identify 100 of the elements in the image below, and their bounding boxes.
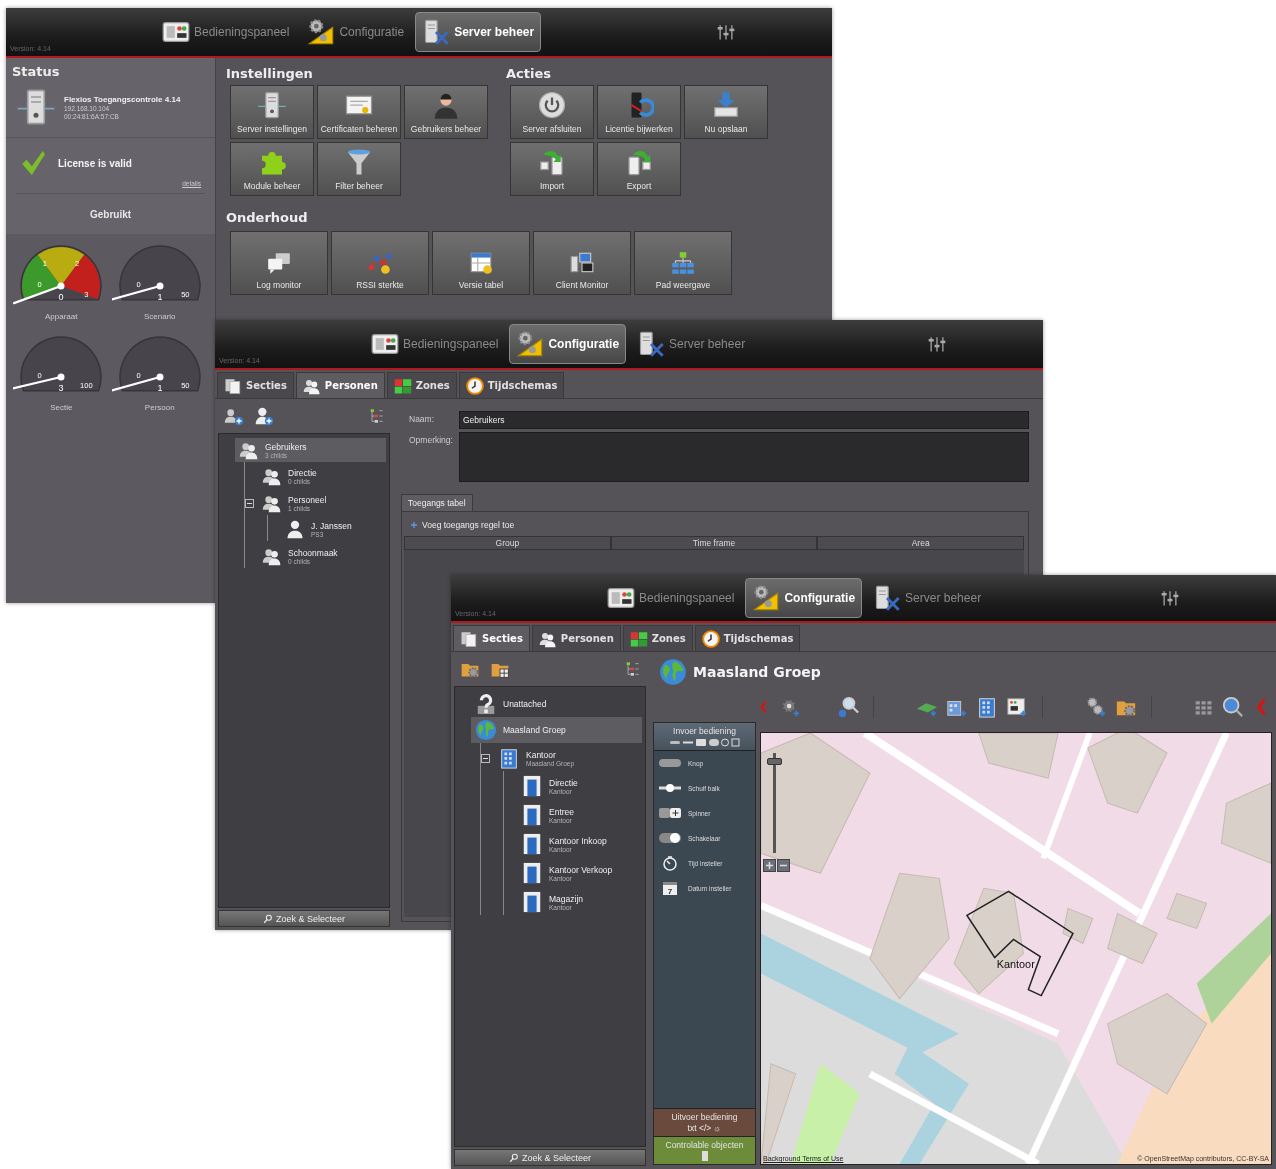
section-tab[interactable]: Tijdschemas [458, 372, 565, 398]
area-outline[interactable] [965, 890, 1074, 997]
tree-toggle[interactable] [245, 498, 254, 508]
server-tools-icon [873, 584, 902, 612]
sliders-icon[interactable] [1160, 588, 1180, 608]
tile-button[interactable]: Filter beheer [317, 142, 401, 196]
search-icon[interactable] [837, 696, 859, 718]
section-heading: Instellingen [226, 65, 314, 83]
nav-tab[interactable]: Configuratie [300, 12, 412, 52]
panel-add-icon[interactable] [1006, 696, 1028, 718]
tile-button[interactable]: Client Monitor [533, 231, 631, 295]
server-icon [16, 87, 56, 127]
section-tab[interactable]: Zones [622, 625, 693, 651]
field-label: Opmerking: [409, 434, 454, 447]
person-icon [285, 519, 305, 539]
section-tab[interactable]: Zones [386, 372, 457, 398]
add-rule-link[interactable]: Voeg toegangs regel toe [402, 520, 1028, 530]
nav-tab[interactable]: Bedieningspaneel [600, 578, 742, 618]
tile-button[interactable]: Server afsluiten [510, 85, 594, 139]
tile-button[interactable]: RSSI sterkte [331, 231, 429, 295]
palette-title: Invoer bediening [673, 726, 736, 736]
output-controls-section[interactable]: Uitvoer bediening txt </> ☼ [654, 1108, 755, 1136]
section-heading: Gebruikt [89, 209, 132, 220]
gauge-value: 1 [157, 383, 163, 393]
nav-tab[interactable]: Bedieningspaneel [155, 12, 297, 52]
controls-icon [669, 738, 740, 747]
tile-button[interactable]: Export [597, 142, 681, 196]
nav-tab[interactable]: Server beheer [630, 324, 753, 364]
tree-view-icon[interactable] [368, 408, 384, 424]
tree-view-icon[interactable] [624, 661, 640, 677]
tile-button[interactable]: Gebruikers beheer [404, 85, 488, 139]
section-tab[interactable]: Tijdschemas [694, 625, 801, 651]
pages-icon [460, 629, 478, 648]
nav-tab[interactable]: Configuratie [509, 324, 627, 364]
search-icon [508, 1152, 519, 1163]
panel-tab[interactable]: Toegangs tabel [401, 494, 473, 511]
nav-tab[interactable]: Configuratie [745, 578, 863, 618]
section-tab[interactable]: Secties [453, 625, 530, 651]
section-tab[interactable]: Secties [217, 372, 294, 398]
tree-toggle[interactable] [481, 753, 490, 763]
globe-icon [475, 719, 497, 741]
hierarchy-icon [670, 250, 696, 276]
people-add-icon[interactable] [224, 406, 244, 426]
tile-button[interactable]: Licentie bijwerken [597, 85, 681, 139]
gauge-label: Scenario [143, 312, 176, 321]
gauge-label: Persoon [144, 403, 175, 412]
search-icon [262, 913, 273, 924]
sliders-icon[interactable] [927, 334, 947, 354]
input-field[interactable]: Gebruikers [459, 411, 1029, 429]
zoom-slider-thumb[interactable] [767, 757, 782, 765]
tile-button[interactable]: Module beheer [230, 142, 314, 196]
tile-button[interactable]: Server instellingen [230, 85, 314, 139]
zoom-out-button[interactable] [777, 859, 790, 872]
colored-squares-icon [393, 376, 412, 395]
search-button[interactable]: Zoek & Selecteer [454, 1149, 646, 1166]
gears-add-icon[interactable] [1085, 696, 1107, 718]
question-mark-icon [475, 693, 497, 715]
check-mark-icon [20, 150, 46, 176]
server-tools-icon [637, 330, 666, 358]
field-label: Naam: [409, 413, 436, 426]
building-icon[interactable] [976, 696, 998, 718]
plus-icon [410, 521, 418, 529]
drive-download-icon [711, 90, 741, 120]
colored-squares-icon [629, 629, 648, 648]
nav-tab[interactable]: Server beheer [866, 578, 989, 618]
sliders-icon[interactable] [716, 22, 736, 42]
gears-ruler-icon [752, 584, 781, 612]
section-heading: Onderhoud [226, 209, 309, 227]
people-icon [239, 440, 259, 460]
tile-button[interactable]: Versie tabel [432, 231, 530, 295]
tile-button[interactable]: Pad weergave [634, 231, 732, 295]
gauge-label: Apparaat [45, 312, 78, 321]
tile-button[interactable]: Nu opslaan [684, 85, 768, 139]
door-icon [521, 862, 543, 884]
gauge-label: Sectie [50, 403, 73, 412]
person-add-icon[interactable] [254, 406, 274, 426]
chat-bubbles-icon [266, 250, 292, 276]
clock-icon [465, 376, 484, 395]
gauge-value: 1 [157, 292, 163, 302]
nav-tab[interactable]: Server beheer [415, 12, 542, 52]
gears-ruler-icon [516, 330, 545, 358]
people-icon [262, 493, 282, 513]
door-icon [521, 804, 543, 826]
tile-button[interactable]: Certificaten beheren [317, 85, 401, 139]
zoom-globe-icon[interactable] [1222, 696, 1244, 718]
column-header: Group [404, 536, 611, 550]
search-button[interactable]: Zoek & Selecteer [218, 910, 390, 927]
nav-tab[interactable]: Bedieningspaneel [364, 324, 506, 364]
section-tab[interactable]: Personen [295, 372, 385, 398]
server-name: Flexios Toegangscontrole 4.14 [64, 94, 181, 104]
gears-ruler-icon [307, 18, 336, 46]
tile-button[interactable]: Import [510, 142, 594, 196]
tree-item[interactable]: Unattached [471, 691, 642, 717]
tree-item[interactable]: Maasland Groep [471, 717, 642, 743]
section-tab[interactable]: Personen [531, 625, 621, 651]
zoom-in-button[interactable] [763, 859, 776, 872]
tile-button[interactable]: Log monitor [230, 231, 328, 295]
table-icon [468, 250, 494, 276]
section-heading: Status [11, 63, 61, 81]
input-field[interactable] [459, 432, 1029, 482]
